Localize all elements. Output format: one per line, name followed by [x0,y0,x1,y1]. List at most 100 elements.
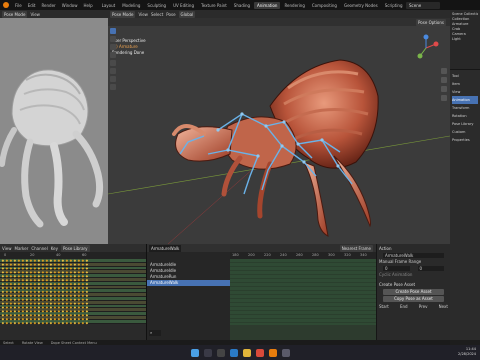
keyframe-diamond[interactable] [73,259,77,262]
keyframe-diamond[interactable] [5,294,9,298]
keyframe-diamond[interactable] [45,286,49,290]
keyframe-diamond[interactable] [69,321,73,325]
keyframe-diamond[interactable] [33,286,37,290]
keyframe-diamond[interactable] [73,267,77,270]
keyframe-diamond[interactable] [61,317,65,321]
keyframe-diamond[interactable] [13,298,17,301]
keyframe-diamond[interactable] [69,278,73,282]
keyframe-diamond[interactable] [49,290,53,294]
keyframe-diamond[interactable] [53,275,57,278]
keyframe-diamond[interactable] [41,286,45,290]
left-3d-viewport[interactable]: Pose Mode View [0,10,108,244]
keyframe-diamond[interactable] [17,321,21,325]
keyframe-diamond[interactable] [73,321,77,325]
keyframe-diamond[interactable] [37,317,41,321]
keyframe-diamond[interactable] [29,282,33,286]
keyframe-diamond[interactable] [49,302,53,305]
keyframe-diamond[interactable] [37,267,41,270]
keyframe-diamond[interactable] [13,278,17,282]
keyframe-diamond[interactable] [77,271,81,274]
keyframe-diamond[interactable] [81,259,85,262]
keyframe-diamond[interactable] [61,290,65,294]
menu-render[interactable]: Render [41,3,55,8]
keyframe-diamond[interactable] [45,294,49,298]
keyframe-diamond[interactable] [9,286,13,290]
keyframe-diamond[interactable] [65,290,69,294]
keyframe-diamond[interactable] [17,302,21,305]
keyframe-diamond[interactable] [61,278,65,282]
timeline-channel-area[interactable] [230,259,376,325]
keyframe-diamond[interactable] [37,275,41,278]
keyframe-diamond[interactable] [41,263,45,266]
keyframe-diamond[interactable] [5,290,9,294]
keyframe-diamond[interactable] [45,259,49,262]
keyframe-diamond[interactable] [77,267,81,270]
keyframe-diamond[interactable] [37,286,41,290]
keyframe-diamond[interactable] [21,278,25,282]
left-view-menu[interactable]: View [30,12,40,17]
keyframe-diamond[interactable] [1,275,5,278]
keyframe-diamond[interactable] [49,314,53,317]
keyframe-diamond[interactable] [1,306,5,309]
keyframe-diamond[interactable] [25,286,29,290]
keyframe-diamond[interactable] [5,306,9,309]
keyframe-diamond[interactable] [85,267,88,270]
keyframe-diamond[interactable] [1,314,5,317]
keyframe-diamond[interactable] [69,271,73,274]
keyframe-diamond[interactable] [33,290,37,294]
keyframe-diamond[interactable] [1,298,5,301]
keyframe-diamond[interactable] [45,302,49,305]
keyframe-diamond[interactable] [9,271,13,274]
keyframe-diamond[interactable] [65,306,69,309]
keyframe-diamond[interactable] [25,259,29,262]
keyframe-diamond[interactable] [69,302,73,305]
keyframe-diamond[interactable] [69,263,73,266]
keyframe-diamond[interactable] [9,310,13,313]
copy-pose-asset-button[interactable]: Copy Pose as Asset [383,296,444,302]
menu-file[interactable]: File [15,3,22,8]
keyframe-diamond[interactable] [81,317,85,321]
keyframe-diamond[interactable] [73,271,77,274]
keyframe-diamond[interactable] [5,259,9,262]
keyframe-diamond[interactable] [21,306,25,309]
keyframe-diamond[interactable] [21,259,25,262]
keyframe-diamond[interactable] [21,298,25,301]
create-pose-section-header[interactable]: Create Pose Asset [379,282,448,288]
keyframe-diamond[interactable] [1,263,5,266]
keyframe-diamond[interactable] [9,290,13,294]
keyframe-diamond[interactable] [21,282,25,286]
keyframe-diamond[interactable] [9,294,13,298]
keyframe-diamond[interactable] [61,302,65,305]
keyframe-diamond[interactable] [69,294,73,298]
keyframe-diamond[interactable] [53,267,57,270]
keyframe-diamond[interactable] [37,259,41,262]
keyframe-diamond[interactable] [77,282,81,286]
keyframe-diamond[interactable] [25,278,29,282]
keyframe-diamond[interactable] [29,317,33,321]
keyframe-diamond[interactable] [77,298,81,301]
keyframe-diamond[interactable] [33,302,37,305]
keyframe-diamond[interactable] [73,298,77,301]
keyframe-diamond[interactable] [9,275,13,278]
props-tab-animation[interactable]: Animation [452,96,478,104]
keyframe-diamond[interactable] [57,302,61,305]
keyframe-diamond[interactable] [13,282,17,286]
keyframe-diamond[interactable] [85,282,88,286]
keyframe-diamond[interactable] [65,259,69,262]
keyframe-diamond[interactable] [41,314,45,317]
keyframe-diamond[interactable] [9,321,13,325]
keyframe-diamond[interactable] [53,294,57,298]
keyframe-diamond[interactable] [25,275,29,278]
keyframe-diamond[interactable] [13,302,17,305]
keyframe-diamond[interactable] [57,314,61,317]
keyframe-diamond[interactable] [21,267,25,270]
keyframe-diamond[interactable] [57,271,61,274]
keyframe-diamond[interactable] [65,310,69,313]
keyframe-diamond[interactable] [45,278,49,282]
keyframe-diamond[interactable] [81,271,85,274]
keyframe-diamond[interactable] [17,310,21,313]
keyframe-diamond[interactable] [33,294,37,298]
props-tab-item[interactable]: Item [452,80,478,88]
keyframe-diamond[interactable] [49,282,53,286]
keyframe-diamond[interactable] [49,286,53,290]
